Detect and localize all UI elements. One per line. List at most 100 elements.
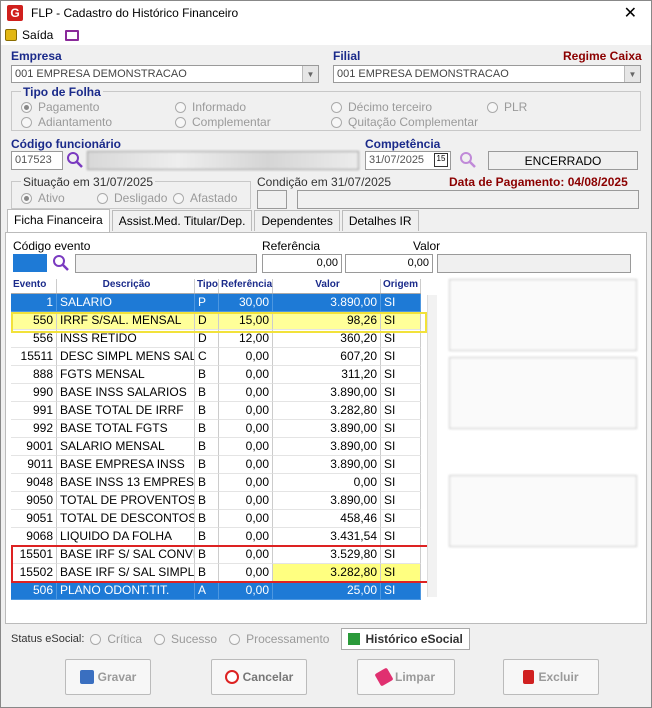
table-cell: B: [195, 384, 219, 402]
table-row[interactable]: 991 BASE TOTAL DE IRRF B 0,00 3.282,80 SI: [11, 402, 421, 420]
radio-processamento[interactable]: Processamento: [229, 632, 329, 646]
tab-dependentes[interactable]: Dependentes: [254, 210, 340, 231]
table-cell: 607,20: [273, 348, 381, 366]
table-cell: P: [195, 294, 219, 312]
tab-ficha-financeira[interactable]: Ficha Financeira: [7, 209, 110, 232]
radio-plr[interactable]: PLR: [487, 100, 527, 114]
table-row[interactable]: 1 SALARIO P 30,00 3.890,00 SI: [11, 294, 421, 312]
radio-afastado[interactable]: Afastado: [173, 191, 237, 205]
saida-button[interactable]: Saída: [22, 28, 53, 42]
radio-pagamento[interactable]: Pagamento: [21, 100, 99, 114]
competencia-label: Competência: [365, 137, 441, 151]
radio-adiantamento[interactable]: Adiantamento: [21, 115, 112, 129]
table-cell: 3.890,00: [273, 294, 381, 312]
historico-esocial-button[interactable]: Histórico eSocial: [341, 628, 470, 650]
funcionario-name-field: [87, 151, 359, 170]
table-row[interactable]: 9050 TOTAL DE PROVENTOS B 0,00 3.890,00 SI: [11, 492, 421, 510]
radio-complementar[interactable]: Complementar: [175, 115, 271, 129]
table-cell: SI: [381, 474, 421, 492]
codigo-evento-label: Código evento: [13, 239, 91, 253]
side-card: [449, 357, 637, 429]
competencia-input[interactable]: 31/07/2025 15: [365, 151, 451, 170]
radio-label: Crítica: [107, 632, 143, 646]
table-row[interactable]: 990 BASE INSS SALARIOS B 0,00 3.890,00 SI: [11, 384, 421, 402]
col-valor[interactable]: Valor: [273, 279, 381, 293]
chevron-down-icon[interactable]: ▼: [624, 66, 640, 82]
table-row[interactable]: 506 PLANO ODONT.TIT. A 0,00 25,00 SI: [11, 582, 421, 600]
condicao-desc-field: [297, 190, 639, 209]
table-row[interactable]: 15511 DESC SIMPL MENS SAL... C 0,00 607,20 SI: [11, 348, 421, 366]
radio-quitacao-complementar[interactable]: Quitação Complementar: [331, 115, 478, 129]
close-icon[interactable]: ✕: [624, 3, 637, 23]
table-cell: 9048: [11, 474, 57, 492]
table-row[interactable]: 9051 TOTAL DE DESCONTOS B 0,00 458,46 SI: [11, 510, 421, 528]
calendar-icon[interactable]: 15: [434, 153, 448, 167]
table-cell: B: [195, 492, 219, 510]
codigo-funcionario-input[interactable]: 017523: [11, 151, 63, 170]
table-cell: SI: [381, 402, 421, 420]
table-cell: B: [195, 366, 219, 384]
monitor-icon[interactable]: [65, 29, 80, 41]
table-cell: 3.890,00: [273, 456, 381, 474]
table-cell: BASE EMPRESA INSS: [57, 456, 195, 474]
referencia-input[interactable]: 0,00: [262, 254, 342, 273]
chevron-down-icon[interactable]: ▼: [302, 66, 318, 82]
codigo-funcionario-value: 017523: [15, 154, 52, 166]
excluir-button[interactable]: Excluir: [503, 659, 599, 695]
codigo-evento-input[interactable]: [13, 254, 47, 272]
radio-sucesso[interactable]: Sucesso: [154, 632, 217, 646]
regime-caixa-label: Regime Caixa: [563, 49, 642, 63]
search-icon[interactable]: [459, 151, 477, 169]
col-referencia[interactable]: Referência: [219, 279, 273, 293]
evento-desc-field: [75, 254, 257, 273]
table-row[interactable]: 9068 LIQUIDO DA FOLHA B 0,00 3.431,54 SI: [11, 528, 421, 546]
table-cell: 1: [11, 294, 57, 312]
tab-detalhes-ir[interactable]: Detalhes IR: [341, 210, 419, 231]
trash-icon: [523, 670, 535, 684]
table-cell: SI: [381, 492, 421, 510]
search-icon[interactable]: [66, 151, 84, 169]
table-cell: BASE INSS 13 EMPRESA: [57, 474, 195, 492]
table-row[interactable]: 9011 BASE EMPRESA INSS B 0,00 3.890,00 SI: [11, 456, 421, 474]
cancelar-button[interactable]: Cancelar: [211, 659, 307, 695]
table-row[interactable]: 992 BASE TOTAL FGTS B 0,00 3.890,00 SI: [11, 420, 421, 438]
gravar-button[interactable]: Gravar: [65, 659, 151, 695]
cancel-icon: [224, 670, 239, 684]
table-row[interactable]: 9001 SALARIO MENSAL B 0,00 3.890,00 SI: [11, 438, 421, 456]
filial-select[interactable]: 001 EMPRESA DEMONSTRACAO ▼: [333, 65, 641, 83]
col-descricao[interactable]: Descrição: [57, 279, 195, 293]
table-cell: SI: [381, 420, 421, 438]
table-scrollbar[interactable]: [427, 295, 437, 597]
table-row[interactable]: 888 FGTS MENSAL B 0,00 311,20 SI: [11, 366, 421, 384]
table-cell: SI: [381, 528, 421, 546]
table-row[interactable]: 9048 BASE INSS 13 EMPRESA B 0,00 0,00 SI: [11, 474, 421, 492]
col-evento[interactable]: Evento: [11, 279, 57, 293]
valor-input[interactable]: 0,00: [345, 254, 433, 273]
table-cell: 0,00: [219, 492, 273, 510]
gravar-label: Gravar: [97, 670, 137, 684]
side-card: [449, 475, 637, 547]
radio-label: Sucesso: [171, 632, 218, 646]
search-icon[interactable]: [52, 254, 70, 272]
radio-critica[interactable]: Crítica: [90, 632, 142, 646]
radio-informado[interactable]: Informado: [175, 100, 246, 114]
radio-decimo-terceiro[interactable]: Décimo terceiro: [331, 100, 432, 114]
radio-desligado[interactable]: Desligado: [97, 191, 167, 205]
radio-label: Ativo: [38, 191, 65, 205]
evento-extra-field: [437, 254, 631, 273]
limpar-button[interactable]: Limpar: [357, 659, 455, 695]
table-cell: LIQUIDO DA FOLHA: [57, 528, 195, 546]
table-cell: SALARIO MENSAL: [57, 438, 195, 456]
table-cell: SI: [381, 510, 421, 528]
table-cell: 25,00: [273, 582, 381, 600]
table-cell: 3.890,00: [273, 438, 381, 456]
data-pagamento-label: Data de Pagamento: 04/08/2025: [449, 175, 628, 189]
tab-assist-med[interactable]: Assist.Med. Titular/Dep.: [111, 210, 253, 231]
table-cell: PLANO ODONT.TIT.: [57, 582, 195, 600]
radio-ativo[interactable]: Ativo: [21, 191, 65, 205]
table-cell: 3.890,00: [273, 492, 381, 510]
col-origem[interactable]: Origem: [381, 279, 421, 293]
empresa-select[interactable]: 001 EMPRESA DEMONSTRACAO ▼: [11, 65, 319, 83]
col-tipo[interactable]: Tipo: [195, 279, 219, 293]
window-title: FLP - Cadastro do Histórico Financeiro: [31, 6, 239, 20]
